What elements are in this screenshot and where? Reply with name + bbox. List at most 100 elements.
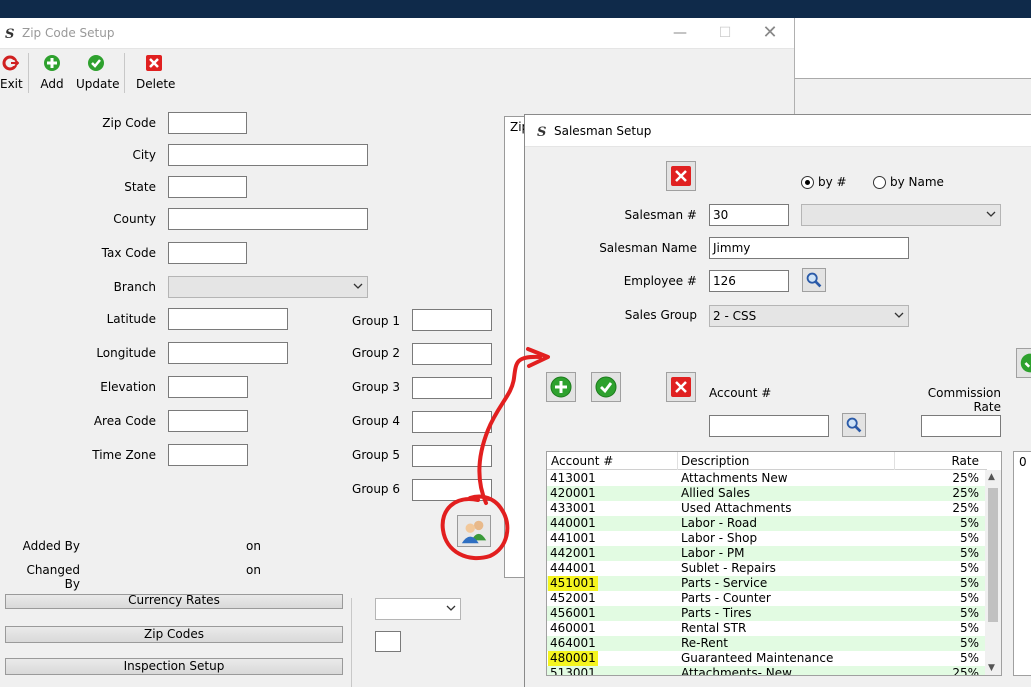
account-cell: 460001	[550, 621, 596, 635]
group-4-input[interactable]	[412, 411, 492, 433]
time-zone-input[interactable]	[168, 444, 248, 466]
added-on-label: on	[246, 539, 261, 553]
search-icon	[806, 272, 822, 288]
table-row[interactable]: 452001 Parts - Counter 5%	[547, 591, 987, 606]
salesman-select[interactable]	[801, 204, 1001, 226]
chevron-down-icon	[986, 211, 996, 217]
salesman-number-label: Salesman #	[624, 208, 697, 222]
delete-button[interactable]: Delete	[136, 54, 175, 91]
account-cell: 444001	[550, 561, 596, 575]
table-row[interactable]: 413001 Attachments New 25%	[547, 471, 987, 486]
exit-button[interactable]: Exit	[0, 54, 23, 91]
add-button[interactable]: Add	[38, 54, 66, 91]
zip-codes-button[interactable]: Zip Codes	[5, 626, 343, 643]
account-number-input[interactable]	[709, 415, 829, 437]
checkmark-icon	[595, 376, 617, 398]
sales-group-value: 2 - CSS	[713, 309, 757, 323]
elevation-label: Elevation	[100, 380, 156, 394]
exit-icon	[2, 55, 20, 71]
added-by-label: Added By	[22, 539, 80, 553]
salesman-name-input[interactable]: Jimmy	[709, 237, 909, 259]
branch-select[interactable]	[168, 276, 368, 298]
exit-label: Exit	[0, 77, 23, 91]
group-1-input[interactable]	[412, 309, 492, 331]
save-account-button[interactable]	[591, 372, 621, 402]
table-row[interactable]: 451001 Parts - Service 5%	[547, 576, 987, 591]
delete-account-button[interactable]	[666, 372, 696, 402]
zip-titlebar: S Zip Code Setup — ☐ ✕	[0, 18, 794, 49]
description-cell: Rental STR	[681, 621, 747, 635]
sales-group-select[interactable]: 2 - CSS	[709, 305, 909, 327]
description-cell: Labor - Shop	[681, 531, 758, 545]
scrollbar-thumb[interactable]	[988, 488, 998, 622]
rate-cell: 5%	[959, 621, 979, 635]
table-row[interactable]: 441001 Labor - Shop 5%	[547, 531, 987, 546]
svg-text:S: S	[5, 27, 14, 40]
table-row[interactable]: 420001 Allied Sales 25%	[547, 486, 987, 501]
save-rate-button[interactable]	[1016, 348, 1031, 378]
table-row[interactable]: 440001 Labor - Road 5%	[547, 516, 987, 531]
inspection-setup-button[interactable]: Inspection Setup	[5, 658, 343, 675]
description-cell: Parts - Counter	[681, 591, 771, 605]
table-row[interactable]: 444001 Sublet - Repairs 5%	[547, 561, 987, 576]
group-5-input[interactable]	[412, 445, 492, 467]
state-input[interactable]	[168, 176, 247, 198]
zip-code-input[interactable]	[168, 112, 247, 134]
group-1-label: Group 1	[352, 314, 400, 328]
latitude-input[interactable]	[168, 308, 288, 330]
radio-by-number[interactable]: by #	[801, 175, 847, 189]
rate-grid-value: 0	[1019, 455, 1027, 469]
table-row[interactable]: 513001 Attachments- New 25%	[547, 666, 987, 676]
rate-cell: 5%	[959, 606, 979, 620]
city-input[interactable]	[168, 144, 368, 166]
close-salesman-button[interactable]	[666, 161, 696, 191]
description-cell: Labor - Road	[681, 516, 758, 530]
close-window-button[interactable]: ✕	[755, 22, 785, 44]
longitude-input[interactable]	[168, 342, 288, 364]
background-select[interactable]	[375, 598, 461, 620]
window-title: Salesman Setup	[554, 124, 652, 138]
area-code-input[interactable]	[168, 410, 248, 432]
group-6-input[interactable]	[412, 479, 492, 501]
tax-code-input[interactable]	[168, 242, 247, 264]
radio-by-name-label: by Name	[890, 175, 944, 189]
table-row[interactable]: 456001 Parts - Tires 5%	[547, 606, 987, 621]
column-header-account[interactable]: Account #	[551, 454, 613, 468]
group-4-label: Group 4	[352, 414, 400, 428]
salesman-setup-button[interactable]	[457, 515, 491, 547]
currency-rates-button[interactable]: Currency Rates	[5, 594, 343, 609]
table-row[interactable]: 480001 Guaranteed Maintenance 5%	[547, 651, 987, 666]
employee-number-input[interactable]: 126	[709, 270, 789, 292]
commission-rate-input[interactable]	[921, 415, 1001, 437]
background-input[interactable]	[375, 631, 401, 652]
table-row[interactable]: 464001 Re-Rent 5%	[547, 636, 987, 651]
account-cell: 420001	[550, 486, 596, 500]
employee-lookup-button[interactable]	[802, 268, 826, 292]
group-2-input[interactable]	[412, 343, 492, 365]
group-3-input[interactable]	[412, 377, 492, 399]
commission-grid[interactable]: Account # Description Rate 413001 Attachm…	[546, 451, 1002, 676]
scroll-down-arrow-icon[interactable]: ▼	[988, 663, 995, 673]
description-cell: Parts - Tires	[681, 606, 752, 620]
svg-text:S: S	[537, 125, 546, 138]
table-row[interactable]: 442001 Labor - PM 5%	[547, 546, 987, 561]
add-account-button[interactable]	[546, 372, 576, 402]
radio-by-name[interactable]: by Name	[873, 175, 944, 189]
county-input[interactable]	[168, 208, 368, 230]
column-header-description[interactable]: Description	[681, 454, 749, 468]
account-cell: 441001	[550, 531, 596, 545]
scroll-up-arrow-icon[interactable]: ▲	[988, 472, 995, 482]
table-row[interactable]: 433001 Used Attachments 25%	[547, 501, 987, 516]
salesman-number-input[interactable]: 30	[709, 204, 789, 226]
grid-scrollbar[interactable]: ▲ ▼	[985, 470, 1001, 675]
elevation-input[interactable]	[168, 376, 248, 398]
account-cell: 513001	[550, 666, 596, 676]
table-row[interactable]: 460001 Rental STR 5%	[547, 621, 987, 636]
column-header-rate[interactable]: Rate	[951, 454, 979, 468]
account-lookup-button[interactable]	[842, 413, 866, 437]
minimize-button[interactable]: —	[665, 22, 695, 44]
rate-grid[interactable]: 0	[1013, 451, 1031, 676]
update-button[interactable]: Update	[76, 54, 119, 91]
maximize-button[interactable]: ☐	[710, 22, 740, 44]
time-zone-label: Time Zone	[92, 448, 156, 462]
